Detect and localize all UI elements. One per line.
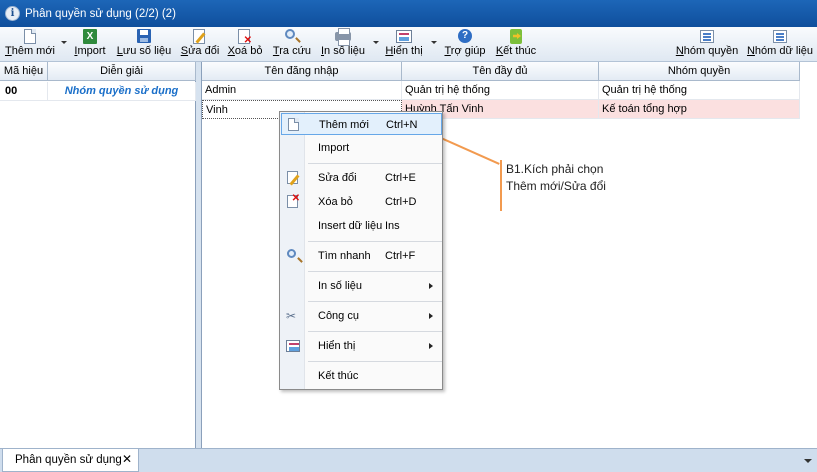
view-button[interactable]: Hiển thị (383, 28, 425, 61)
import-button[interactable]: X Import (72, 28, 108, 61)
printer-icon (335, 28, 351, 46)
column-header-group[interactable]: Nhóm quyền (599, 62, 800, 81)
tools-icon: ✂ (286, 309, 297, 323)
add-button[interactable]: Thêm mới (4, 28, 56, 61)
document-tab-bar: Phân quyền sử dụng ✕ (0, 448, 817, 472)
cell-fullname: Quản trị hệ thống (402, 81, 599, 100)
cell-group: Kế toán tổng hợp (599, 100, 800, 119)
annotation-text: B1.Kích phải chọn Thêm mới/Sửa đổi (506, 162, 606, 193)
cell-group: Quản trị hệ thống (599, 81, 800, 100)
print-button[interactable]: In số liệu (319, 28, 367, 61)
info-icon (5, 6, 20, 21)
column-header-login[interactable]: Tên đăng nhập (202, 62, 402, 81)
window-title: Phân quyền sử dụng (2/2) (2) (25, 7, 176, 20)
help-button[interactable]: ? Trợ giúp (443, 28, 487, 61)
edit-icon (192, 29, 208, 44)
find-icon (286, 249, 300, 263)
excel-icon: X (82, 29, 98, 44)
data-group-icon (772, 29, 788, 44)
title-bar: Phân quyền sử dụng (2/2) (2) (0, 0, 817, 27)
annotation-bracket (500, 160, 502, 211)
column-header-code[interactable]: Mã hiệu (0, 62, 48, 81)
edit-icon (286, 171, 300, 185)
row-code: 00 (0, 82, 48, 101)
menu-item-print[interactable]: In số liệu (281, 275, 442, 297)
delete-button[interactable]: Xoá bỏ (225, 28, 265, 61)
search-icon (284, 29, 300, 44)
view-icon (396, 29, 412, 44)
save-button[interactable]: Lưu số liệu (116, 28, 172, 61)
tab-user-permissions[interactable]: Phân quyền sử dụng ✕ (2, 449, 139, 472)
menu-separator (308, 361, 442, 362)
view-dropdown-caret[interactable] (431, 41, 437, 44)
column-header-description[interactable]: Diễn giải (48, 62, 196, 81)
data-group-button[interactable]: Nhóm dữ liệu (747, 28, 813, 61)
row-description: Nhóm quyền sử dụng (48, 82, 196, 101)
edit-button[interactable]: Sửa đổi (179, 28, 221, 61)
menu-item-add[interactable]: Thêm mới Ctrl+N (281, 113, 442, 135)
context-menu: Thêm mới Ctrl+N Import Sửa đổi Ctrl+E Xó… (279, 111, 443, 390)
menu-item-exit[interactable]: Kết thúc (281, 365, 442, 387)
exit-icon (508, 29, 524, 44)
menu-item-view[interactable]: Hiển thị (281, 335, 442, 357)
group-list-panel: Mã hiệu Diễn giải 00 Nhóm quyền sử dụng (0, 62, 196, 448)
menu-separator (308, 331, 442, 332)
new-doc-icon (22, 29, 38, 44)
delete-icon (286, 188, 300, 210)
menu-item-insert[interactable]: Insert dữ liệu Ins (281, 215, 442, 237)
group-rights-button[interactable]: Nhóm quyền (676, 28, 738, 61)
tab-list-dropdown-icon[interactable] (804, 459, 812, 463)
exit-button[interactable]: Kết thúc (493, 28, 539, 61)
menu-separator (308, 271, 442, 272)
submenu-arrow-icon (429, 343, 433, 349)
submenu-arrow-icon (429, 313, 433, 319)
view-icon (286, 339, 300, 353)
menu-separator (308, 301, 442, 302)
cell-login: Admin (202, 81, 402, 100)
menu-separator (308, 163, 442, 164)
print-dropdown-caret[interactable] (373, 41, 379, 44)
delete-icon (237, 29, 253, 46)
menu-item-delete[interactable]: Xóa bỏ Ctrl+D (281, 188, 442, 213)
menu-item-edit[interactable]: Sửa đổi Ctrl+E (281, 167, 442, 189)
search-button[interactable]: Tra cứu (272, 28, 312, 61)
group-rights-icon (699, 29, 715, 44)
submenu-arrow-icon (429, 283, 433, 289)
toolbar: Thêm mới X Import Lưu số liệu Sửa đổi Xo… (0, 27, 817, 62)
new-doc-icon (287, 118, 301, 132)
menu-separator (308, 241, 442, 242)
column-header-fullname[interactable]: Tên đầy đủ (402, 62, 599, 81)
menu-item-quick-find[interactable]: Tìm nhanh Ctrl+F (281, 245, 442, 267)
add-dropdown-caret[interactable] (61, 41, 67, 44)
menu-item-import[interactable]: Import (281, 137, 442, 159)
help-icon: ? (457, 29, 473, 44)
save-icon (136, 29, 152, 44)
menu-item-tools[interactable]: ✂ Công cụ (281, 305, 442, 327)
close-icon[interactable]: ✕ (122, 452, 132, 466)
